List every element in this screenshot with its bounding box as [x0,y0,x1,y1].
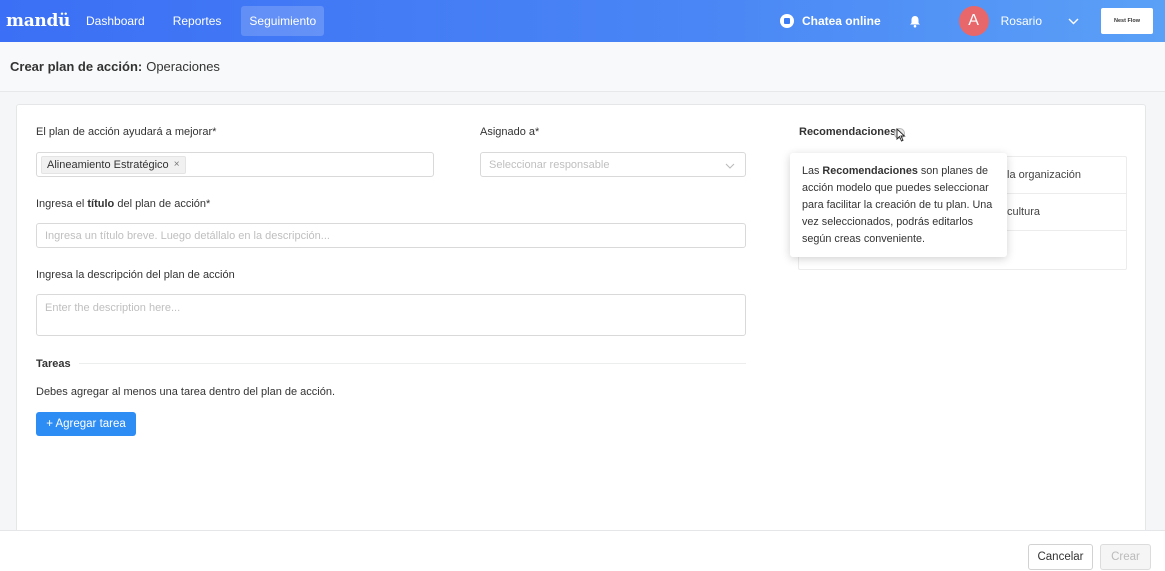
title-input[interactable]: Ingresa un título breve. Luego detállalo… [36,223,746,248]
form-card: El plan de acción ayudará a mejorar* Ali… [16,104,1146,544]
tasks-title: Tareas [36,358,71,370]
add-task-button[interactable]: + Agregar tarea [36,412,136,436]
chat-online-button[interactable]: Chatea online [779,14,881,28]
improve-label: El plan de acción ayudará a mejorar* [36,126,217,138]
title-label: Ingresa el título del plan de acción* [36,198,210,210]
top-navbar: mandü Dashboard Reportes Seguimiento Cha… [0,0,1165,42]
bell-icon[interactable] [909,15,921,28]
title-label-pre: Ingresa el [36,198,85,210]
title-label-bold: título [87,198,115,210]
recommendations-title: Recomendaciones [799,126,897,138]
tasks-hint: Debes agregar al menos una tarea dentro … [36,386,336,398]
app-logo[interactable]: mandü [6,11,78,31]
page-title-rest: Operaciones [146,59,220,74]
tooltip-post: son planes de acción modelo que puedes s… [802,165,993,245]
chat-label: Chatea online [801,14,881,28]
chat-icon [779,14,794,28]
close-icon[interactable]: × [174,159,180,170]
tooltip-bold: Recomendaciones [822,165,918,177]
improve-multiselect[interactable]: Alineamiento Estratégico × [36,152,434,177]
tooltip-pre: Las [802,165,820,177]
page-title: Crear plan de acción: Operaciones [0,42,1165,92]
recommendations-tooltip: Las Recomendaciones son planes de acción… [790,153,1007,257]
avatar[interactable]: A [958,6,989,36]
nav-dashboard[interactable]: Dashboard [78,6,153,36]
improve-tag-label: Alineamiento Estratégico [47,158,169,171]
create-button[interactable]: Crear [1100,544,1151,570]
assigned-select[interactable]: Seleccionar responsable [480,152,746,177]
nav-seguimiento[interactable]: Seguimiento [241,6,325,36]
user-name[interactable]: Rosario [1001,14,1042,28]
title-label-post: del plan de acción* [117,198,211,210]
desc-label: Ingresa la descripción del plan de acció… [36,269,235,281]
cancel-button[interactable]: Cancelar [1028,544,1093,570]
mouse-cursor-icon [896,127,906,145]
assigned-placeholder: Seleccionar responsable [489,158,610,171]
assigned-label: Asignado a* [480,126,540,138]
title-placeholder: Ingresa un título breve. Luego detállalo… [45,229,330,242]
improve-tag: Alineamiento Estratégico × [41,155,186,174]
nav-reportes[interactable]: Reportes [165,6,230,36]
chevron-down-icon[interactable] [1068,14,1079,28]
chevron-down-icon [725,160,735,172]
page-title-bold: Crear plan de acción: [10,59,143,74]
footer-bar: Cancelar Crear [0,530,1165,571]
rec-item-label: cultura [1007,206,1041,218]
rec-item-label: la organización [1007,169,1081,181]
description-textarea[interactable]: Enter the description here... [36,294,746,336]
brand-logo-box: Nest Flow [1101,8,1153,34]
desc-placeholder: Enter the description here... [45,302,181,314]
tasks-divider [79,363,746,364]
